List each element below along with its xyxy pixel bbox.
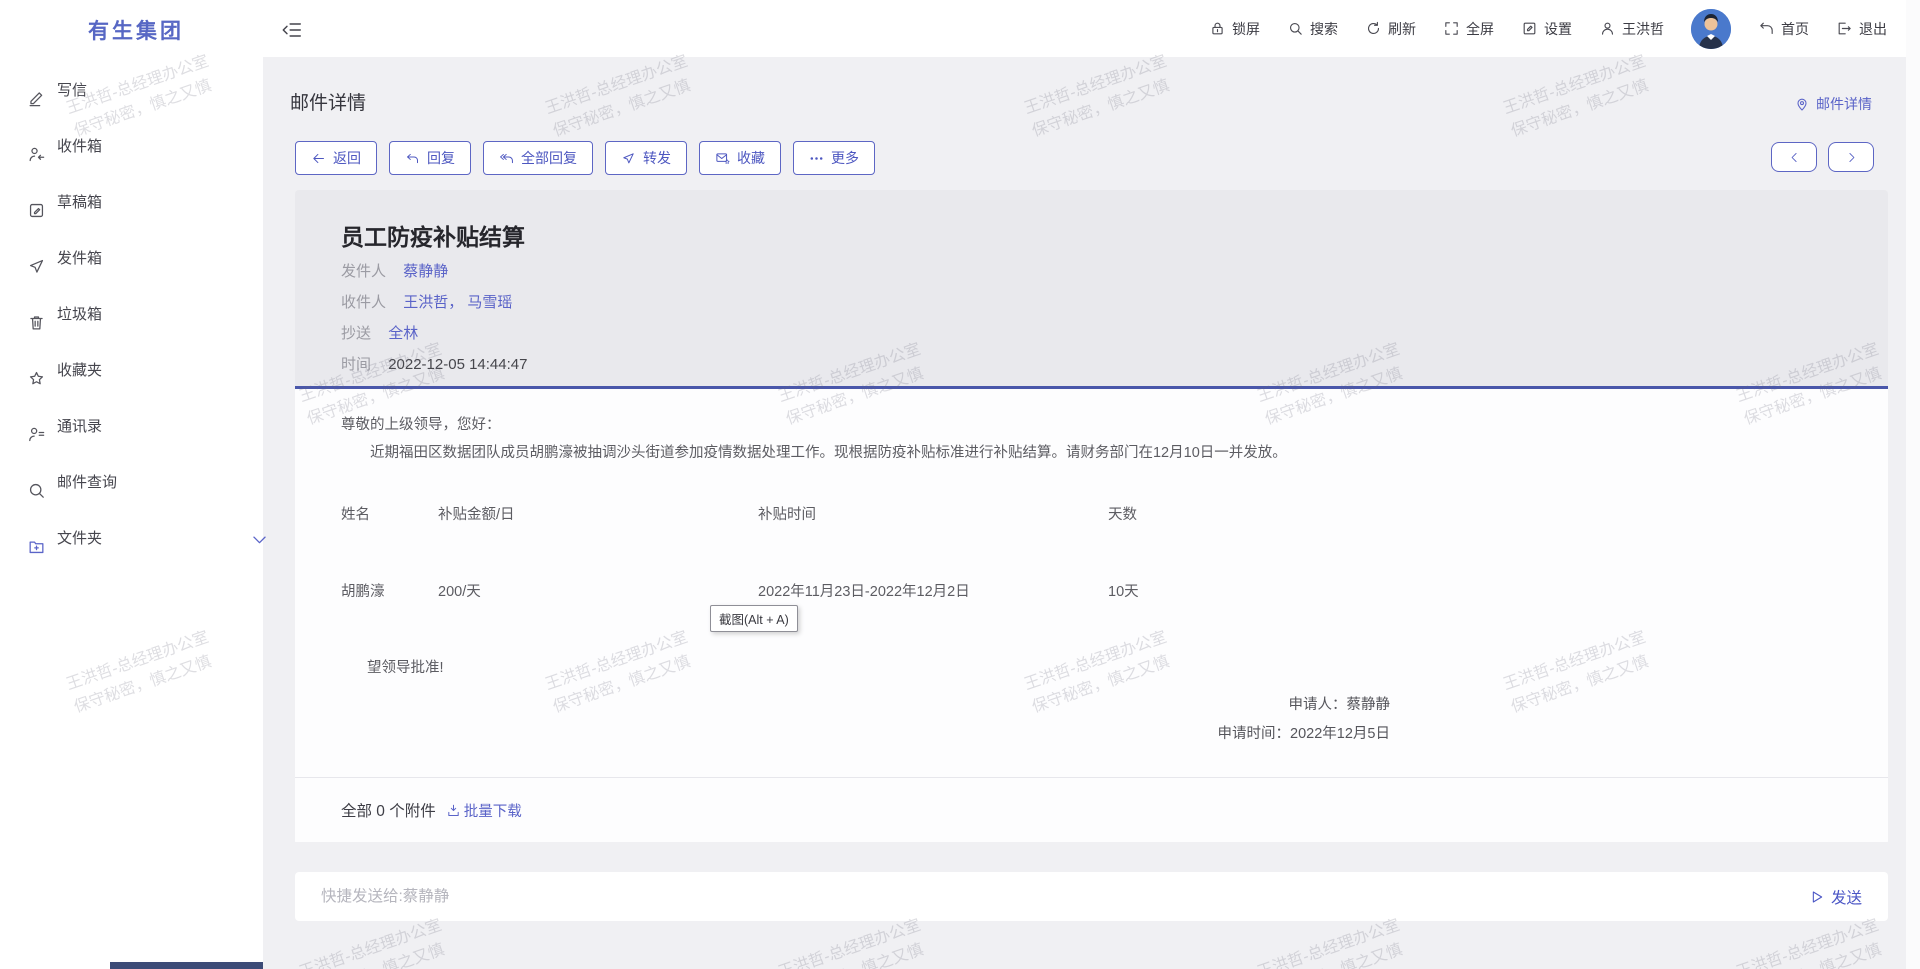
send-button[interactable]: 发送	[1809, 886, 1888, 908]
forward-send-icon	[621, 151, 636, 166]
back-home-icon	[1758, 20, 1775, 37]
attachments-summary: 全部 0 个附件	[341, 799, 436, 821]
fullscreen-button[interactable]: 全屏	[1443, 19, 1494, 39]
logout-icon	[1836, 20, 1853, 37]
main-content: 邮件详情 邮件详情 返回 回复 全部回复 转发	[263, 57, 1906, 969]
batch-download-link[interactable]: 批量下载	[446, 800, 522, 821]
avatar[interactable]	[1691, 9, 1731, 49]
more-dots-icon	[809, 151, 824, 166]
prev-mail-button[interactable]	[1771, 142, 1817, 172]
chevron-down-icon	[223, 530, 237, 544]
subsidy-table: 姓名 补贴金额/日 补贴时间 天数 胡鹏濠 200/天 2022年11月23日-…	[341, 505, 1842, 602]
sidebar-item-trash[interactable]: 垃圾箱	[0, 294, 263, 332]
applicant-line: 申请人：蔡静静	[1218, 695, 1390, 715]
search-button[interactable]: 搜索	[1287, 19, 1338, 39]
menu-fold-icon	[281, 19, 303, 41]
current-user-button[interactable]: 王洪哲	[1599, 19, 1664, 39]
lock-screen-button[interactable]: 锁屏	[1209, 19, 1260, 39]
chevron-left-icon	[1788, 151, 1801, 164]
reply-button[interactable]: 回复	[389, 141, 471, 175]
refresh-button[interactable]: 刷新	[1365, 19, 1416, 39]
mail-paragraph: 近期福田区数据团队成员胡鹏濠被抽调沙头街道参加疫情数据处理工作。现根据防疫补贴标…	[341, 443, 1842, 463]
mail-signature: 申请人：蔡静静 申请时间：2022年12月5日	[1218, 695, 1390, 744]
back-button[interactable]: 返回	[295, 141, 377, 175]
mail-closing: 望领导批准!	[341, 658, 1842, 678]
next-mail-button[interactable]	[1828, 142, 1874, 172]
lock-icon	[1209, 20, 1226, 37]
user-icon	[1599, 20, 1616, 37]
mail-time: 2022-12-05 14:44:47	[388, 356, 527, 373]
settings-icon	[1521, 20, 1538, 37]
apply-time-line: 申请时间：2022年12月5日	[1218, 724, 1390, 744]
reply-all-button[interactable]: 全部回复	[483, 141, 593, 175]
sidebar-item-contacts[interactable]: 通讯录	[0, 406, 263, 444]
send-triangle-icon	[1809, 889, 1825, 905]
search-icon	[1287, 20, 1304, 37]
quick-reply-input[interactable]	[295, 872, 1809, 921]
envelope-star-icon	[715, 151, 730, 166]
more-button[interactable]: 更多	[793, 141, 875, 175]
chevron-right-icon	[1845, 151, 1858, 164]
sidebar-item-favorites[interactable]: 收藏夹	[0, 350, 263, 388]
mail-greeting: 尊敬的上级领导，您好：	[341, 415, 1842, 435]
reply-all-icon	[499, 151, 514, 166]
mail-time-row: 时间 2022-12-05 14:44:47	[341, 354, 1842, 376]
page-title: 邮件详情	[290, 88, 366, 115]
horizontal-scrollbar-thumb[interactable]	[110, 962, 263, 969]
reply-icon	[405, 151, 420, 166]
sidebar-item-sent[interactable]: 发件箱	[0, 238, 263, 276]
screenshot-tooltip: 截图(Alt + A)	[710, 605, 798, 632]
mail-toolbar: 返回 回复 全部回复 转发 收藏 更多	[295, 141, 875, 175]
logout-button[interactable]: 退出	[1836, 19, 1887, 39]
cc-link[interactable]: 全林	[388, 325, 418, 342]
topbar-actions: 锁屏 搜索 刷新 全屏 设置 王洪哲	[1209, 0, 1887, 57]
favorite-mail-button[interactable]: 收藏	[699, 141, 781, 175]
forward-button[interactable]: 转发	[605, 141, 687, 175]
company-logo: 有生集团	[88, 15, 184, 45]
quick-send-bar: 发送	[295, 872, 1888, 921]
mail-from-row: 发件人 蔡静静	[341, 261, 1842, 283]
home-button[interactable]: 首页	[1758, 19, 1809, 39]
fullscreen-icon	[1443, 20, 1460, 37]
refresh-icon	[1365, 20, 1382, 37]
breadcrumb: 邮件详情	[1794, 94, 1872, 114]
table-row: 胡鹏濠 200/天 2022年11月23日-2022年12月2日 10天	[341, 582, 1842, 602]
app-root: 有生集团 锁屏 搜索 刷新 全屏	[0, 0, 1920, 969]
mail-body: 尊敬的上级领导，您好： 近期福田区数据团队成员胡鹏濠被抽调沙头街道参加疫情数据处…	[295, 389, 1888, 777]
settings-button[interactable]: 设置	[1521, 19, 1572, 39]
attachments-bar: 全部 0 个附件 批量下载	[295, 777, 1888, 842]
sidebar-item-folders[interactable]: 文件夹	[0, 518, 263, 556]
arrow-left-icon	[311, 151, 326, 166]
mail-pager	[1771, 142, 1874, 172]
location-pin-icon	[1794, 96, 1810, 112]
mail-to-row: 收件人 王洪哲， 马雪瑶	[341, 292, 1842, 314]
sidebar-item-mail-search[interactable]: 邮件查询	[0, 462, 263, 500]
sidebar: 写信 收件箱 草稿箱 发件箱 垃圾箱 收藏夹 通讯录 邮件查询	[0, 57, 263, 969]
sidebar-item-inbox[interactable]: 收件箱	[0, 126, 263, 164]
topbar: 有生集团 锁屏 搜索 刷新 全屏	[0, 0, 1920, 57]
sidebar-item-compose[interactable]: 写信	[0, 70, 263, 108]
sender-link[interactable]: 蔡静静	[403, 263, 448, 280]
mail-subject: 员工防疫补贴结算	[341, 218, 1842, 252]
sidebar-collapse-button[interactable]	[281, 19, 303, 41]
table-header-row: 姓名 补贴金额/日 补贴时间 天数	[341, 505, 1842, 525]
page-scrollbar-track[interactable]	[1906, 0, 1920, 969]
mail-detail-card: 员工防疫补贴结算 发件人 蔡静静 收件人 王洪哲， 马雪瑶 抄送 全林 时间 2…	[295, 190, 1888, 845]
download-icon	[446, 803, 461, 818]
recipients-link[interactable]: 王洪哲， 马雪瑶	[403, 294, 512, 311]
mail-cc-row: 抄送 全林	[341, 323, 1842, 345]
mail-header: 员工防疫补贴结算 发件人 蔡静静 收件人 王洪哲， 马雪瑶 抄送 全林 时间 2…	[295, 190, 1888, 389]
sidebar-item-drafts[interactable]: 草稿箱	[0, 182, 263, 220]
